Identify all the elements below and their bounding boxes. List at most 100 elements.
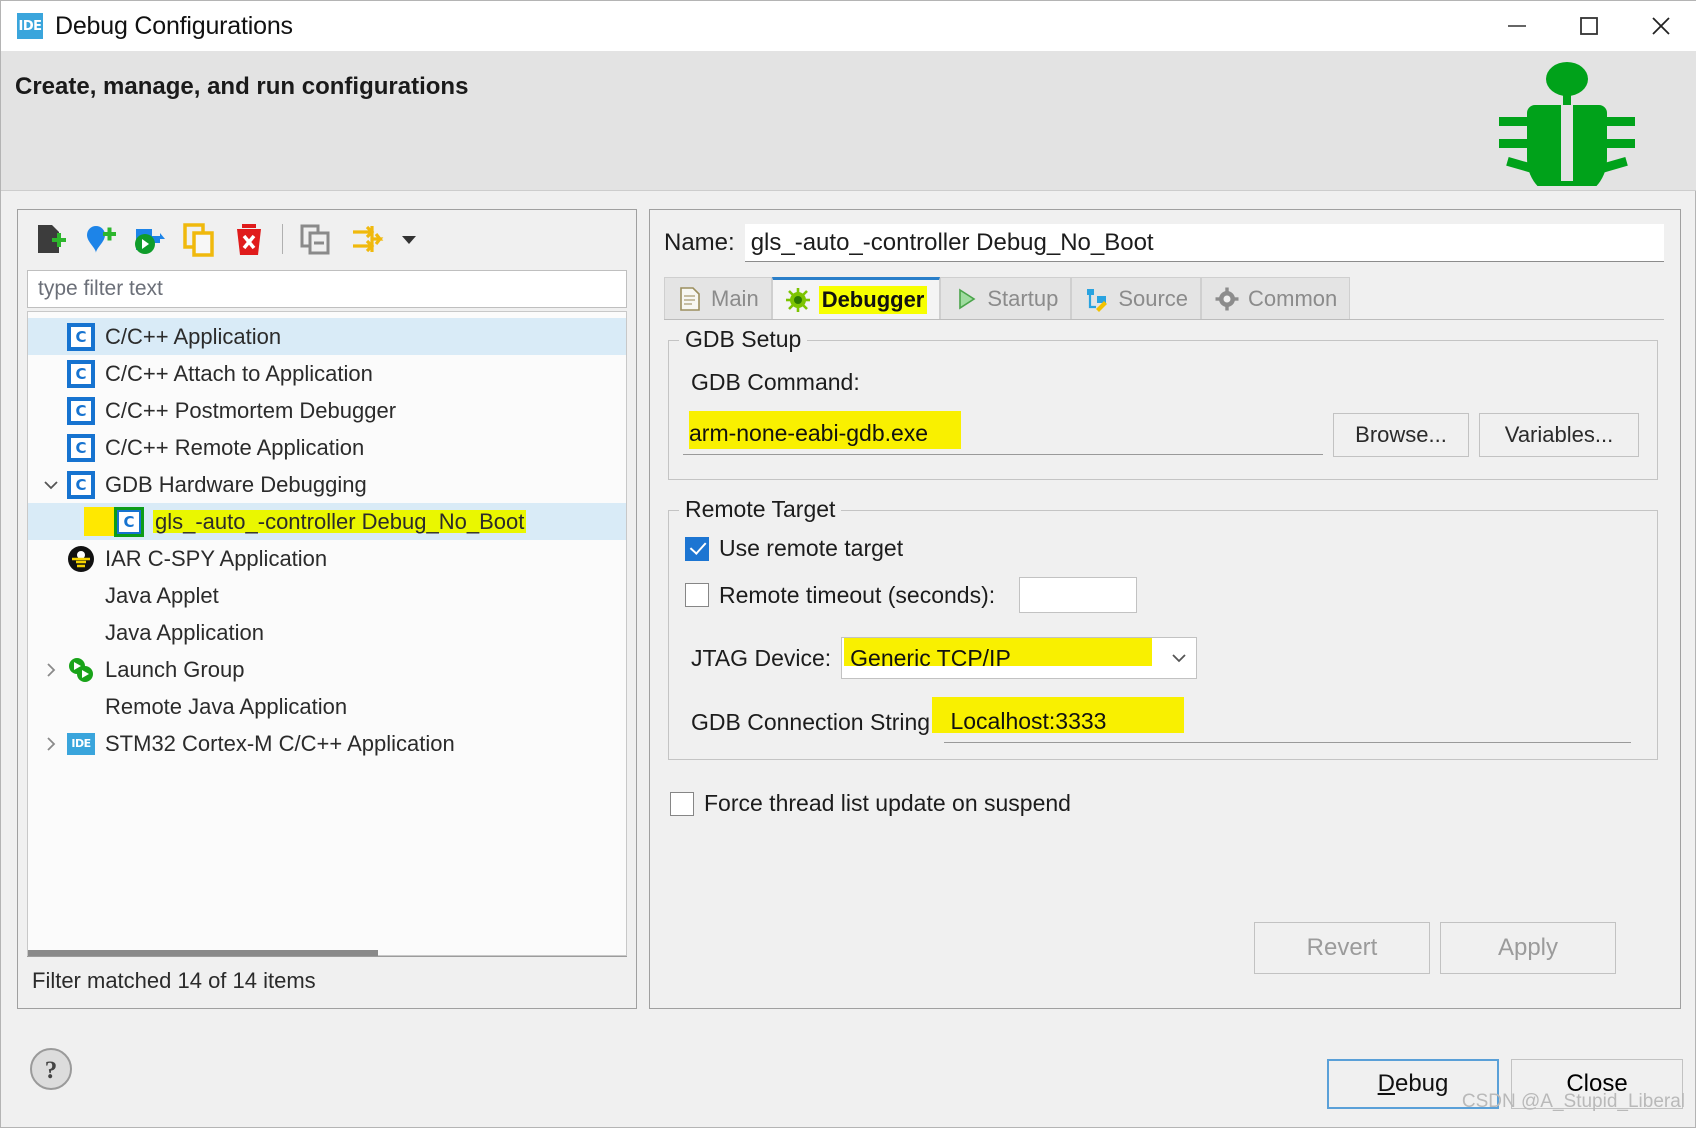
tree-item-no-icon (66, 692, 96, 722)
apply-button[interactable]: Apply (1440, 922, 1616, 974)
tree-item-label: IAR C-SPY Application (105, 545, 328, 571)
tab-label: Debugger (818, 285, 928, 314)
name-input[interactable] (744, 224, 1664, 262)
tree-item-label: gls_-auto_-controller Debug_No_Boot (153, 508, 527, 535)
tree-item-label: C/C++ Attach to Application (105, 360, 373, 386)
tree-item-no-icon (66, 581, 96, 611)
remote-timeout-label: Remote timeout (seconds): (719, 581, 996, 608)
jtag-device-label: JTAG Device: (691, 644, 832, 671)
collapse-all-icon[interactable] (293, 216, 339, 262)
chevron-down-icon[interactable] (1170, 638, 1188, 678)
debug-configurations-dialog: IDE Debug Configurations Create, manage,… (0, 0, 1696, 1128)
ide-icon: IDE (66, 729, 96, 759)
jtag-device-value: Generic TCP/IP (850, 644, 1011, 671)
tree-item-iar-c-spy-application[interactable]: IAR C-SPY Application (28, 540, 626, 577)
tab-source[interactable]: Source (1071, 277, 1202, 319)
close-icon[interactable] (1625, 1, 1696, 51)
document-icon (677, 286, 703, 312)
tab-debugger[interactable]: Debugger (771, 277, 941, 319)
window-title: Debug Configurations (55, 11, 293, 40)
tree-item-c-c-postmortem-debugger[interactable]: C C/C++ Postmortem Debugger (28, 392, 626, 429)
tree-item-stm32-cortex-m-c-c-application[interactable]: IDE STM32 Cortex-M C/C++ Application (28, 725, 626, 762)
revert-button[interactable]: Revert (1254, 922, 1430, 974)
remote-timeout-row[interactable]: Remote timeout (seconds): (685, 577, 1138, 613)
title-bar: IDE Debug Configurations (1, 1, 1696, 51)
gdb-command-label: GDB Command: (691, 369, 860, 395)
app-icon: IDE (17, 13, 43, 39)
use-remote-target-row[interactable]: Use remote target (685, 535, 903, 562)
force-thread-list-row[interactable]: Force thread list update on suspend (670, 790, 1071, 817)
tree-item-gdb-hardware-debugging[interactable]: C GDB Hardware Debugging (28, 466, 626, 503)
jtag-device-row: JTAG Device: Generic TCP/IP (691, 637, 1198, 679)
remote-target-group: Remote Target Use remote target Remote t… (668, 496, 1658, 760)
tree-item-label: Java Application (105, 619, 264, 645)
tree-item-c-c-remote-application[interactable]: C C/C++ Remote Application (28, 429, 626, 466)
minimize-icon[interactable] (1481, 1, 1553, 51)
force-thread-list-checkbox[interactable] (670, 791, 694, 816)
toolbar-separator (282, 224, 283, 254)
c-icon: C (66, 470, 96, 500)
new-config-icon[interactable] (26, 216, 72, 262)
tree-item-icon-highlight (84, 507, 118, 536)
tree-item-c-c-attach-to-application[interactable]: C C/C++ Attach to Application (28, 355, 626, 392)
force-thread-list-label: Force thread list update on suspend (704, 790, 1071, 816)
tab-startup[interactable]: Startup (940, 277, 1072, 319)
tree-twisty[interactable] (36, 727, 66, 761)
filter-status-label: Filter matched 14 of 14 items (32, 968, 316, 993)
play-icon (953, 286, 979, 312)
c-icon: C (66, 359, 96, 389)
configurations-toolbar (18, 210, 636, 268)
tree-status-separator (27, 956, 627, 957)
tree-item-label: C/C++ Postmortem Debugger (105, 397, 397, 423)
remote-target-title: Remote Target (679, 496, 842, 523)
tree-item-no-icon (66, 618, 96, 648)
tab-common[interactable]: Common (1201, 277, 1351, 319)
tree-item-c-c-application[interactable]: C C/C++ Application (28, 318, 626, 355)
c-icon-green-box: C (114, 506, 144, 537)
header-banner: Create, manage, and run configurations (1, 51, 1696, 199)
browse-button[interactable]: Browse... (1333, 413, 1469, 457)
tab-label: Source (1118, 285, 1189, 311)
cspy-icon (66, 544, 96, 574)
debug-button-mnemonic: D (1377, 1070, 1395, 1097)
tab-main[interactable]: Main (664, 277, 772, 319)
use-remote-target-checkbox[interactable] (685, 536, 709, 561)
new-prototype-icon[interactable] (76, 216, 122, 262)
gdb-connection-input[interactable] (944, 701, 1631, 743)
maximize-icon[interactable] (1553, 1, 1625, 51)
gdb-connection-field-wrap (932, 697, 1631, 743)
remote-timeout-input[interactable] (1019, 577, 1138, 613)
chevron-down-icon[interactable] (393, 216, 425, 262)
gdb-command-field-wrap (683, 411, 1323, 455)
tree-item-java-application[interactable]: Java Application (28, 614, 626, 651)
svg-text:?: ? (45, 1057, 58, 1084)
tree-item-label: C/C++ Remote Application (105, 434, 365, 460)
configuration-editor-panel: Name: Main Debugger Startup Source Common GD… (649, 209, 1681, 1009)
filter-icon[interactable] (343, 216, 389, 262)
name-row: Name: (664, 222, 1664, 264)
page-title: Create, manage, and run configurations (15, 73, 469, 100)
debug-button-label: ebug (1394, 1070, 1449, 1097)
tree-twisty[interactable] (36, 468, 66, 502)
filter-text-box[interactable]: type filter text (27, 270, 627, 308)
tree-item-label: GDB Hardware Debugging (105, 471, 367, 497)
variables-button[interactable]: Variables... (1479, 413, 1639, 457)
tab-label: Common (1248, 285, 1338, 311)
delete-icon[interactable] (226, 216, 272, 262)
remote-timeout-checkbox[interactable] (685, 583, 709, 607)
jtag-device-combobox[interactable]: Generic TCP/IP (841, 637, 1198, 679)
tree-item-label: STM32 Cortex-M C/C++ Application (105, 730, 455, 756)
tree-item-java-applet[interactable]: Java Applet (28, 577, 626, 614)
help-icon[interactable]: ? (29, 1047, 73, 1091)
gear-icon (1214, 286, 1240, 312)
tree-item-label: C/C++ Application (105, 323, 282, 349)
duplicate-icon[interactable] (176, 216, 222, 262)
tree-item-launch-group[interactable]: Launch Group (28, 651, 626, 688)
gdb-command-input[interactable] (683, 413, 1323, 455)
configuration-tree[interactable]: C C/C++ Application C C/C++ Attach to Appli… (27, 311, 627, 956)
tree-twisty[interactable] (36, 653, 66, 687)
editor-tabs[interactable]: Main Debugger Startup Source Common (664, 276, 1664, 320)
tree-item-remote-java-application[interactable]: Remote Java Application (28, 688, 626, 725)
export-icon[interactable] (126, 216, 172, 262)
tree-item-gls-auto-controller-debug-no-boot[interactable]: Cgls_-auto_-controller Debug_No_Boot (28, 503, 626, 540)
